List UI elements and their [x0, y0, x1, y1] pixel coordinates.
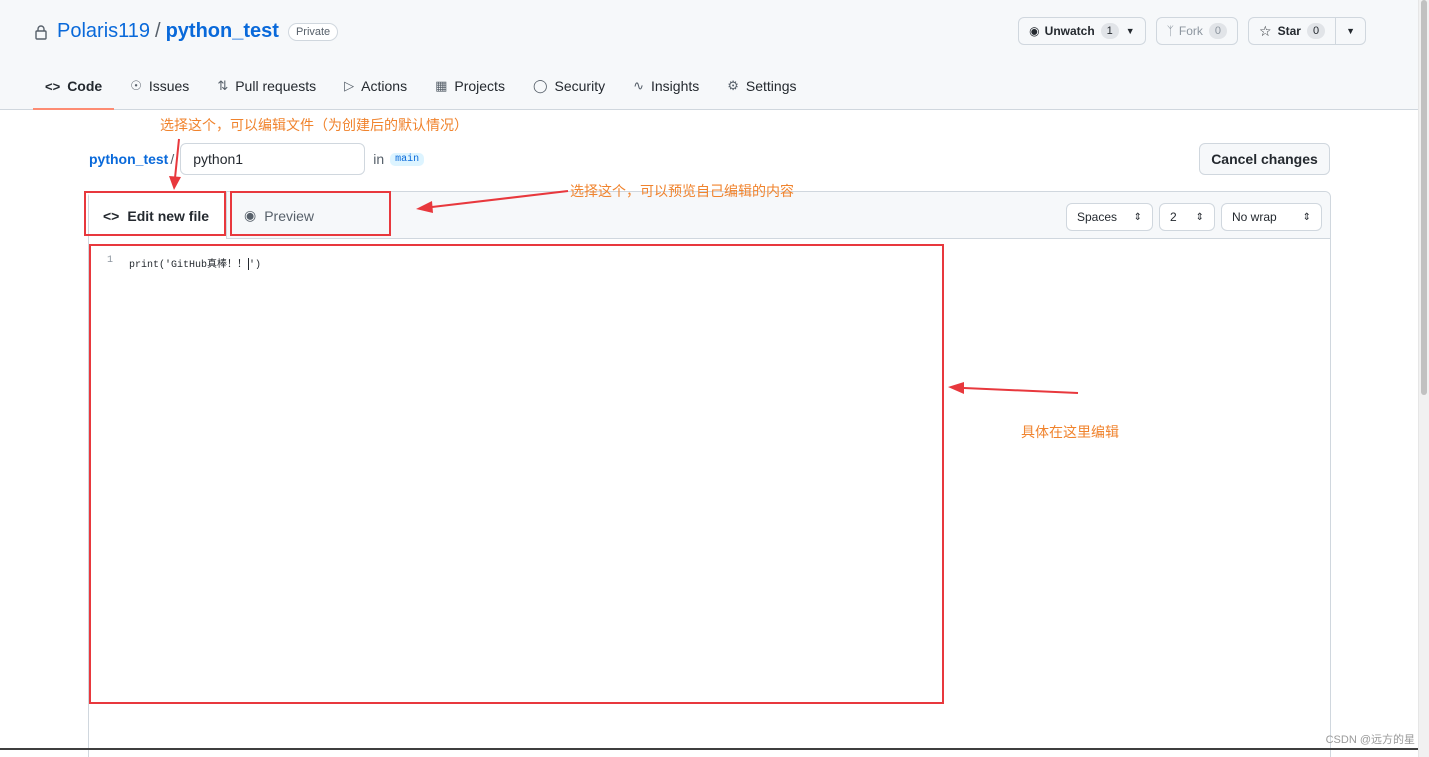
annotation-preview-note: 选择这个，可以预览自己编辑的内容	[570, 184, 794, 200]
annotation-edit-note: 选择这个，可以编辑文件（为创建后的默认情况）	[160, 118, 468, 134]
vertical-scrollbar[interactable]	[1418, 0, 1429, 757]
annotation-editor-note: 具体在这里编辑	[1021, 425, 1119, 441]
window-bottom-edge	[0, 748, 1418, 750]
watermark: CSDN @远方的星	[1325, 734, 1415, 746]
annotation-arrows	[169, 138, 1079, 394]
scrollbar-thumb[interactable]	[1421, 0, 1427, 395]
